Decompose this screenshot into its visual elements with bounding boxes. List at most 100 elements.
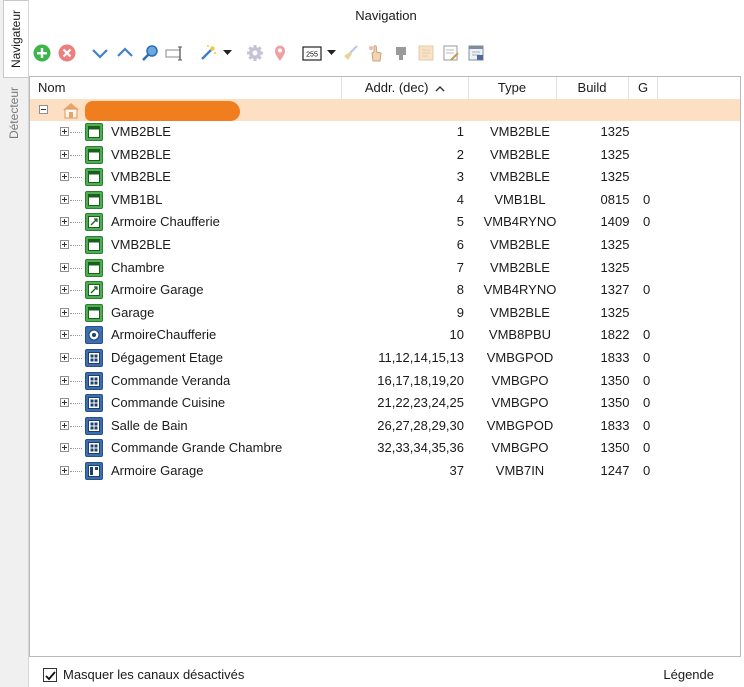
module-row[interactable]: Armoire Garage 37 VMB7IN 1247 0 [30,460,740,482]
address-select[interactable]: 255 [301,42,323,65]
module-g [643,302,657,324]
module-name: Salle de Bain [111,417,188,433]
gear-icon [246,45,263,61]
home-icon [63,103,79,119]
expand-toggle[interactable] [60,285,69,295]
column-g[interactable]: G [628,77,658,99]
expand-toggle[interactable] [60,353,69,362]
expand-toggle[interactable] [60,420,69,430]
expand-toggle[interactable] [60,194,69,204]
root-node[interactable] [30,99,740,121]
expand-toggle[interactable] [60,217,69,227]
magic-wand-icon [200,45,216,60]
chevron-down-icon [91,49,108,59]
module-g [643,166,657,188]
expand-toggle[interactable] [60,375,69,385]
expand-toggle[interactable] [60,240,69,249]
collapse-toggle[interactable] [39,105,48,114]
module-name: Armoire Garage [111,282,204,298]
module-row[interactable]: VMB2BLE 3 VMB2BLE 1325 [30,166,740,188]
expand-toggle[interactable] [60,172,69,182]
expand-toggle[interactable] [60,398,69,408]
module-row[interactable]: Garage 9 VMB2BLE 1325 [30,302,740,324]
module-row[interactable]: VMB2BLE 2 VMB2BLE 1325 [30,144,740,166]
module-row[interactable]: Armoire Garage 8 VMB4RYNO 1327 0 [30,279,740,301]
module-build: 1325 [600,304,630,320]
wizard-dropdown[interactable] [221,42,233,65]
module-name: Commande Grande Chambre [111,440,283,456]
touch-button[interactable] [364,42,387,65]
module-row[interactable]: Chambre 7 VMB2BLE 1325 [30,257,740,279]
module-type: VMB4RYNO [483,282,557,298]
hide-disabled-label[interactable]: Masquer les canaux désactivés [63,667,244,682]
legend-link[interactable]: Légende [663,667,714,682]
module-row[interactable]: Commande Cuisine 21,22,23,24,25 VMBGPO 1350… [30,392,740,414]
module-row[interactable]: VMB2BLE 1 VMB2BLE 1325 [30,121,740,143]
clean-button[interactable] [339,42,362,65]
input-module-icon [85,462,103,480]
module-type: VMB7IN [495,463,545,478]
add-button[interactable] [30,42,53,65]
module-name: VMB2BLE [111,124,171,139]
export-button[interactable] [464,42,487,65]
expand-toggle[interactable] [60,262,69,272]
module-row[interactable]: Dégagement Etage 11,12,14,15,13 VMBGPOD 183… [30,347,740,369]
tree-connector [70,448,82,450]
settings-button[interactable] [243,42,266,65]
dropdown-arrow-icon [326,50,336,55]
expand-toggle[interactable] [60,330,69,340]
edit-document-button[interactable] [439,42,462,65]
module-row[interactable]: VMB1BL 4 VMB1BL 0815 0 [30,189,740,211]
search-button[interactable] [138,42,161,65]
module-row[interactable]: VMB2BLE 6 VMB2BLE 1325 [30,234,740,256]
module-build: 1325 [600,169,630,185]
expand-toggle[interactable] [60,466,69,475]
wizard-button[interactable] [196,42,219,65]
note-icon [418,45,433,61]
column-name[interactable]: Nom [30,77,342,99]
module-row[interactable]: ArmoireChaufferie 10 VMB8PBU 1822 0 [30,324,740,346]
expand-toggle[interactable] [60,443,69,453]
tab-navigateur[interactable]: Navigateur [3,0,28,78]
module-g: 0 [643,463,651,478]
expand-toggle[interactable] [60,307,69,317]
module-name: VMB1BL [111,191,163,207]
rename-button[interactable] [163,42,186,65]
module-address: 32,33,34,35,36 [377,440,464,456]
tab-navigateur-label: Navigateur [9,9,23,69]
dropdown-arrow-icon [222,50,232,55]
remove-button[interactable] [55,42,78,65]
tab-detecteur[interactable]: Détecteur [2,80,26,146]
module-g: 0 [643,350,651,365]
module-address: 10 [449,327,464,343]
locate-button[interactable] [268,42,291,65]
column-addr[interactable]: Addr. (dec) [342,77,469,99]
module-address: 8 [456,282,464,298]
module-build: 1350 [600,395,630,411]
module-row[interactable]: Salle de Bain 26,27,28,29,30 VMBGPOD 1833 0 [30,415,740,437]
expand-all-button[interactable] [88,42,111,65]
socket-button[interactable] [389,42,412,65]
relay-icon [85,213,103,232]
module-type: VMB2BLE [490,259,550,275]
expand-toggle[interactable] [60,149,69,159]
notes-button[interactable] [414,42,437,65]
column-header: Nom Addr. (dec) Type Build G [30,77,740,100]
module-type: VMB2BLE [490,304,550,320]
expand-toggle[interactable] [60,127,69,136]
module-row[interactable]: Armoire Chaufferie 5 VMB4RYNO 1409 0 [30,211,740,233]
glass-panel-icon [85,349,103,367]
module-name: ArmoireChaufferie [111,327,217,343]
column-type[interactable]: Type [468,77,557,99]
module-address: 6 [456,237,464,252]
collapse-all-button[interactable] [113,42,136,65]
module-row[interactable]: Commande Veranda 16,17,18,19,20 VMBGPO 1350… [30,370,740,392]
hide-disabled-checkbox[interactable] [43,668,57,682]
column-build[interactable]: Build [556,77,629,99]
module-address: 11,12,14,15,13 [378,350,464,365]
module-row[interactable]: Commande Grande Chambre 32,33,34,35,36 VMB… [30,437,740,459]
module-build: 1325 [600,124,630,139]
module-name: Armoire Garage [111,463,204,478]
module-type: VMB8PBU [488,327,552,343]
address-dropdown[interactable] [325,42,337,65]
